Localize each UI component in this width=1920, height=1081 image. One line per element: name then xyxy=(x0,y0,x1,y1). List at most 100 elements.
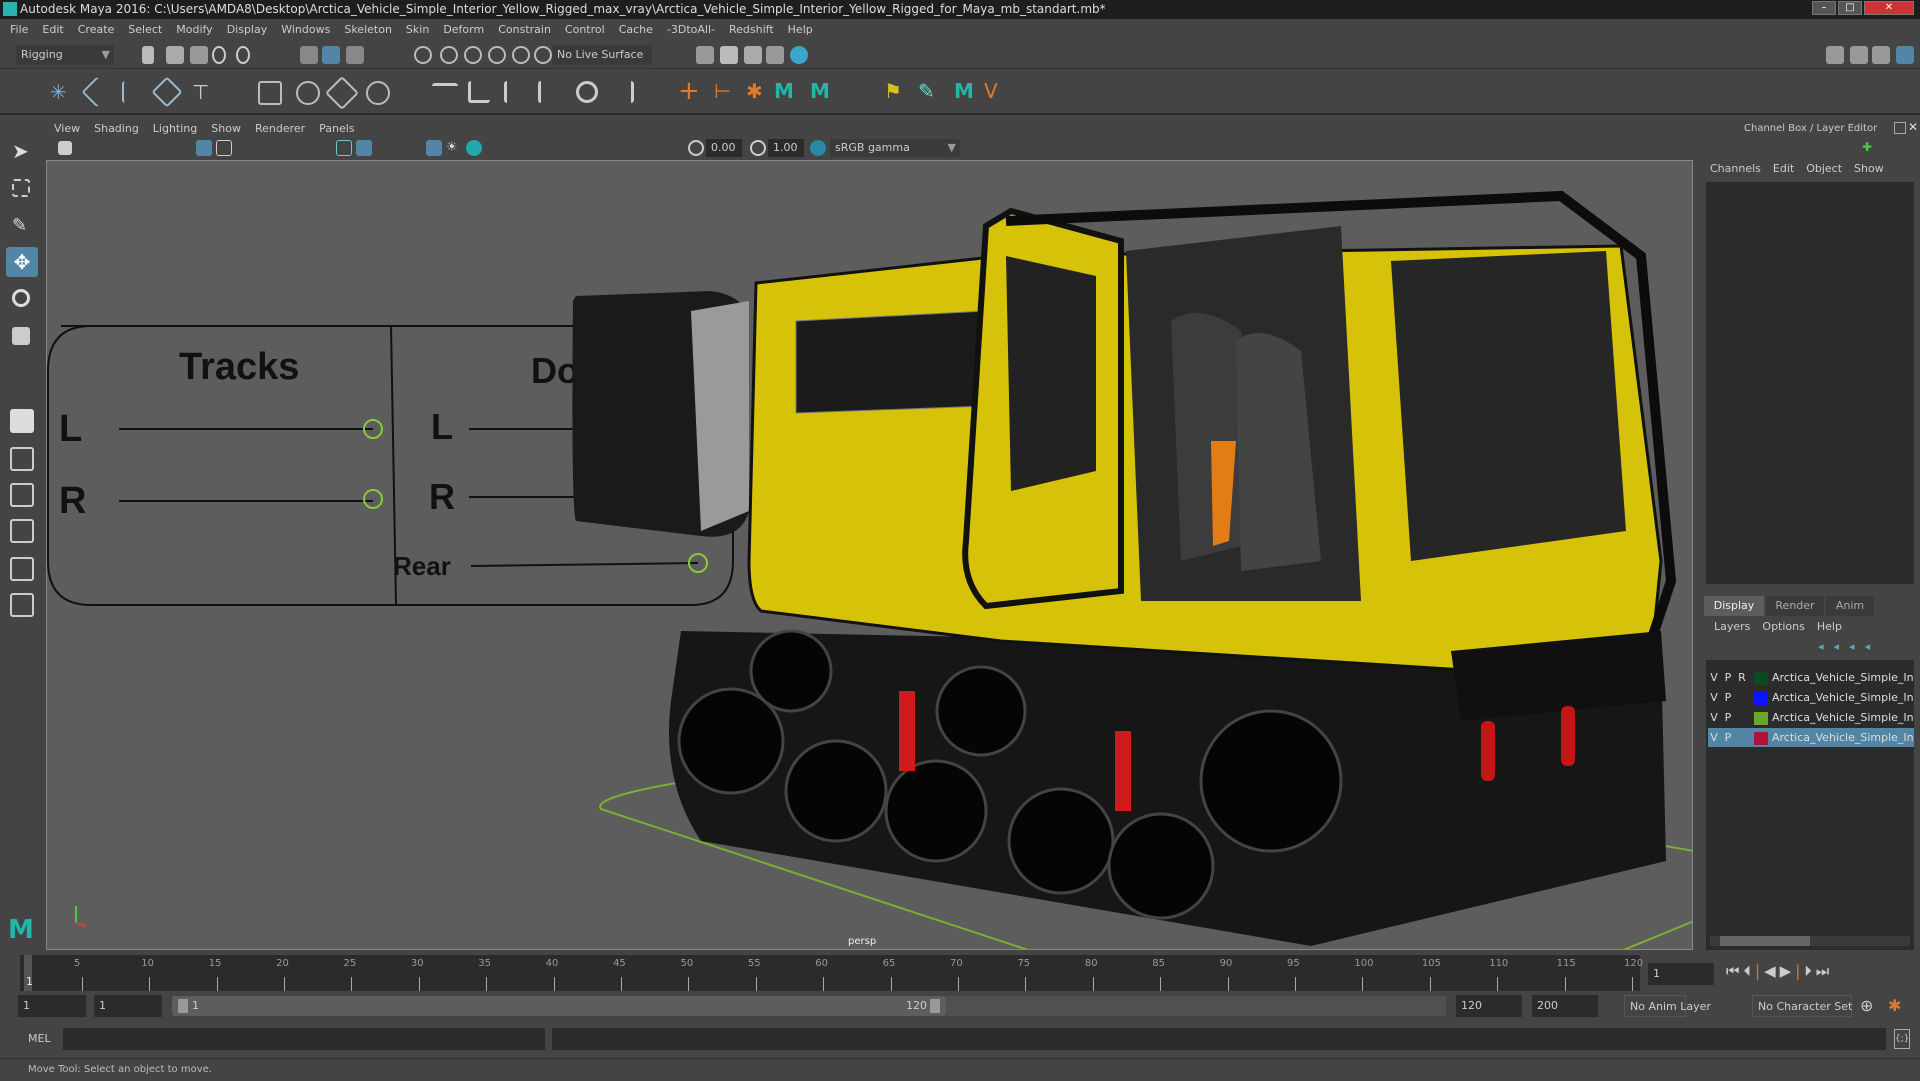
layer-color-swatch[interactable] xyxy=(1754,731,1768,745)
playback-toggle[interactable]: P xyxy=(1722,688,1734,707)
panel-menu-lighting[interactable]: Lighting xyxy=(153,122,197,135)
object-menu[interactable]: Object xyxy=(1806,162,1842,175)
ipr-render-icon[interactable] xyxy=(744,46,762,64)
perspective-viewport[interactable]: Tracks Doors L R L R Rear xyxy=(46,160,1693,950)
scale-tool-icon[interactable] xyxy=(12,327,30,345)
mirror-joint-icon[interactable] xyxy=(122,81,144,103)
layers-menu[interactable]: Layers xyxy=(1714,620,1750,633)
playback-end-field[interactable]: 120 xyxy=(1456,995,1522,1017)
menu-skin[interactable]: Skin xyxy=(406,23,429,36)
panel-menu-panels[interactable]: Panels xyxy=(319,122,354,135)
insert-joint-icon[interactable] xyxy=(81,76,113,108)
menu-select[interactable]: Select xyxy=(128,23,162,36)
v-tool-icon[interactable]: V xyxy=(984,79,1008,103)
move-tool-icon[interactable]: ✥ xyxy=(6,247,38,277)
range-start-handle[interactable] xyxy=(178,999,188,1013)
range-end-field[interactable]: 200 xyxy=(1532,995,1598,1017)
tab-anim[interactable]: Anim xyxy=(1826,596,1874,616)
layer-name[interactable]: Arctica_Vehicle_Simple_Interior xyxy=(1772,731,1914,744)
m-tool-2-icon[interactable]: M xyxy=(810,79,834,103)
playback-toggle[interactable]: P xyxy=(1722,728,1734,747)
persp-graph-layout-icon[interactable] xyxy=(10,519,34,543)
menu-help[interactable]: Help xyxy=(788,23,813,36)
paint-select-icon[interactable]: ✎ xyxy=(12,215,30,236)
hypershade-icon[interactable] xyxy=(790,46,808,64)
command-input[interactable] xyxy=(63,1028,545,1050)
select-tool-icon[interactable]: ➤ xyxy=(12,141,30,161)
layer-color-swatch[interactable] xyxy=(1754,671,1768,685)
single-view-layout-icon[interactable] xyxy=(10,409,34,433)
attribute-editor-icon[interactable] xyxy=(1850,46,1868,64)
wireframe-icon[interactable] xyxy=(336,140,352,156)
anim-layer-dropdown[interactable]: No Anim Layer xyxy=(1624,995,1711,1017)
menu-deform[interactable]: Deform xyxy=(443,23,484,36)
channels-menu[interactable]: Channels xyxy=(1710,162,1761,175)
exposure-field[interactable]: 0.00 xyxy=(706,139,742,157)
tab-display[interactable]: Display xyxy=(1704,596,1764,616)
paint-weights-icon[interactable] xyxy=(296,81,320,105)
options-menu[interactable]: Options xyxy=(1762,620,1804,633)
menu-edit[interactable]: Edit xyxy=(42,23,63,36)
range-end-handle[interactable] xyxy=(930,999,940,1013)
render-view-icon[interactable] xyxy=(766,46,784,64)
manipulator-icon[interactable]: ✚ xyxy=(1862,140,1872,154)
vehicle-model[interactable] xyxy=(572,190,1677,946)
menu-file[interactable]: File xyxy=(10,23,28,36)
panel-menu-renderer[interactable]: Renderer xyxy=(255,122,305,135)
locator-icon[interactable]: + xyxy=(678,78,702,104)
layer-name[interactable]: Arctica_Vehicle_Simple_Interior xyxy=(1772,711,1914,724)
deformer-icon[interactable]: ⚑ xyxy=(884,79,908,103)
snap-grid-icon[interactable] xyxy=(414,46,432,64)
redo-icon[interactable] xyxy=(236,46,250,64)
layer-color-swatch[interactable] xyxy=(1754,711,1768,725)
menu-windows[interactable]: Windows xyxy=(281,23,330,36)
snap-surface-icon[interactable] xyxy=(512,46,530,64)
channel-list[interactable] xyxy=(1706,182,1914,584)
joint-tool-icon[interactable]: ✳ xyxy=(50,81,72,103)
smooth-shade-icon[interactable] xyxy=(356,140,372,156)
tool-settings-icon[interactable] xyxy=(1872,46,1890,64)
playback-toggle[interactable]: P xyxy=(1722,668,1734,687)
anim-prefs-icon[interactable]: ✱ xyxy=(1888,996,1901,1015)
side-by-side-layout-icon[interactable] xyxy=(10,483,34,507)
time-slider[interactable]: 1 5 10 15 20 25 30 35 40 45 50 55 60 65 70 75 80 85 90 95 1… xyxy=(20,955,1643,991)
four-view-layout-icon[interactable] xyxy=(10,447,34,471)
snap-curve-icon[interactable] xyxy=(440,46,458,64)
maximize-button[interactable]: □ xyxy=(1838,1,1862,15)
panel-menu-shading[interactable]: Shading xyxy=(94,122,139,135)
render-settings-icon[interactable] xyxy=(696,46,714,64)
menu-display[interactable]: Display xyxy=(227,23,268,36)
layer-row[interactable]: VPR Arctica_Vehicle_Simple_Interior xyxy=(1708,668,1914,687)
lattice-icon[interactable] xyxy=(325,76,359,110)
edit-menu[interactable]: Edit xyxy=(1773,162,1794,175)
menu-skeleton[interactable]: Skeleton xyxy=(344,23,392,36)
layer-row[interactable]: VP Arctica_Vehicle_Simple_Interior xyxy=(1708,708,1914,727)
bind-skin-icon[interactable] xyxy=(258,81,282,105)
cluster-icon[interactable] xyxy=(366,81,390,105)
orient-joint-icon[interactable] xyxy=(151,76,183,108)
pole-vector-icon[interactable] xyxy=(612,81,634,103)
snap-point-icon[interactable] xyxy=(464,46,482,64)
modeling-toolkit-icon[interactable] xyxy=(1826,46,1844,64)
select-object-icon[interactable] xyxy=(322,46,340,64)
humanik-icon[interactable]: ⊤ xyxy=(192,81,214,103)
persp-outliner-layout-icon[interactable] xyxy=(10,557,34,581)
menu-redshift[interactable]: Redshift xyxy=(729,23,774,36)
menu-modify[interactable]: Modify xyxy=(176,23,212,36)
minimize-button[interactable]: – xyxy=(1812,1,1836,15)
select-hierarchy-icon[interactable] xyxy=(300,46,318,64)
aim-constraint-icon[interactable] xyxy=(538,81,560,103)
menu-3dtoall[interactable]: -3DtoAll- xyxy=(667,23,715,36)
open-scene-icon[interactable] xyxy=(166,46,184,64)
blend-shape-icon[interactable]: ✱ xyxy=(746,79,770,103)
script-editor-icon[interactable]: {;} xyxy=(1894,1029,1910,1049)
close-button[interactable]: ✕ xyxy=(1864,1,1914,15)
outliner-layout-icon[interactable] xyxy=(10,593,34,617)
lights-icon[interactable]: ☀ xyxy=(446,140,462,156)
gamma-field[interactable]: 1.00 xyxy=(768,139,804,157)
layer-row[interactable]: VP Arctica_Vehicle_Simple_Interior xyxy=(1708,728,1914,747)
menu-create[interactable]: Create xyxy=(78,23,115,36)
menu-control[interactable]: Control xyxy=(565,23,605,36)
float-panel-icon[interactable] xyxy=(1894,122,1906,134)
visibility-toggle[interactable]: V xyxy=(1708,728,1720,747)
